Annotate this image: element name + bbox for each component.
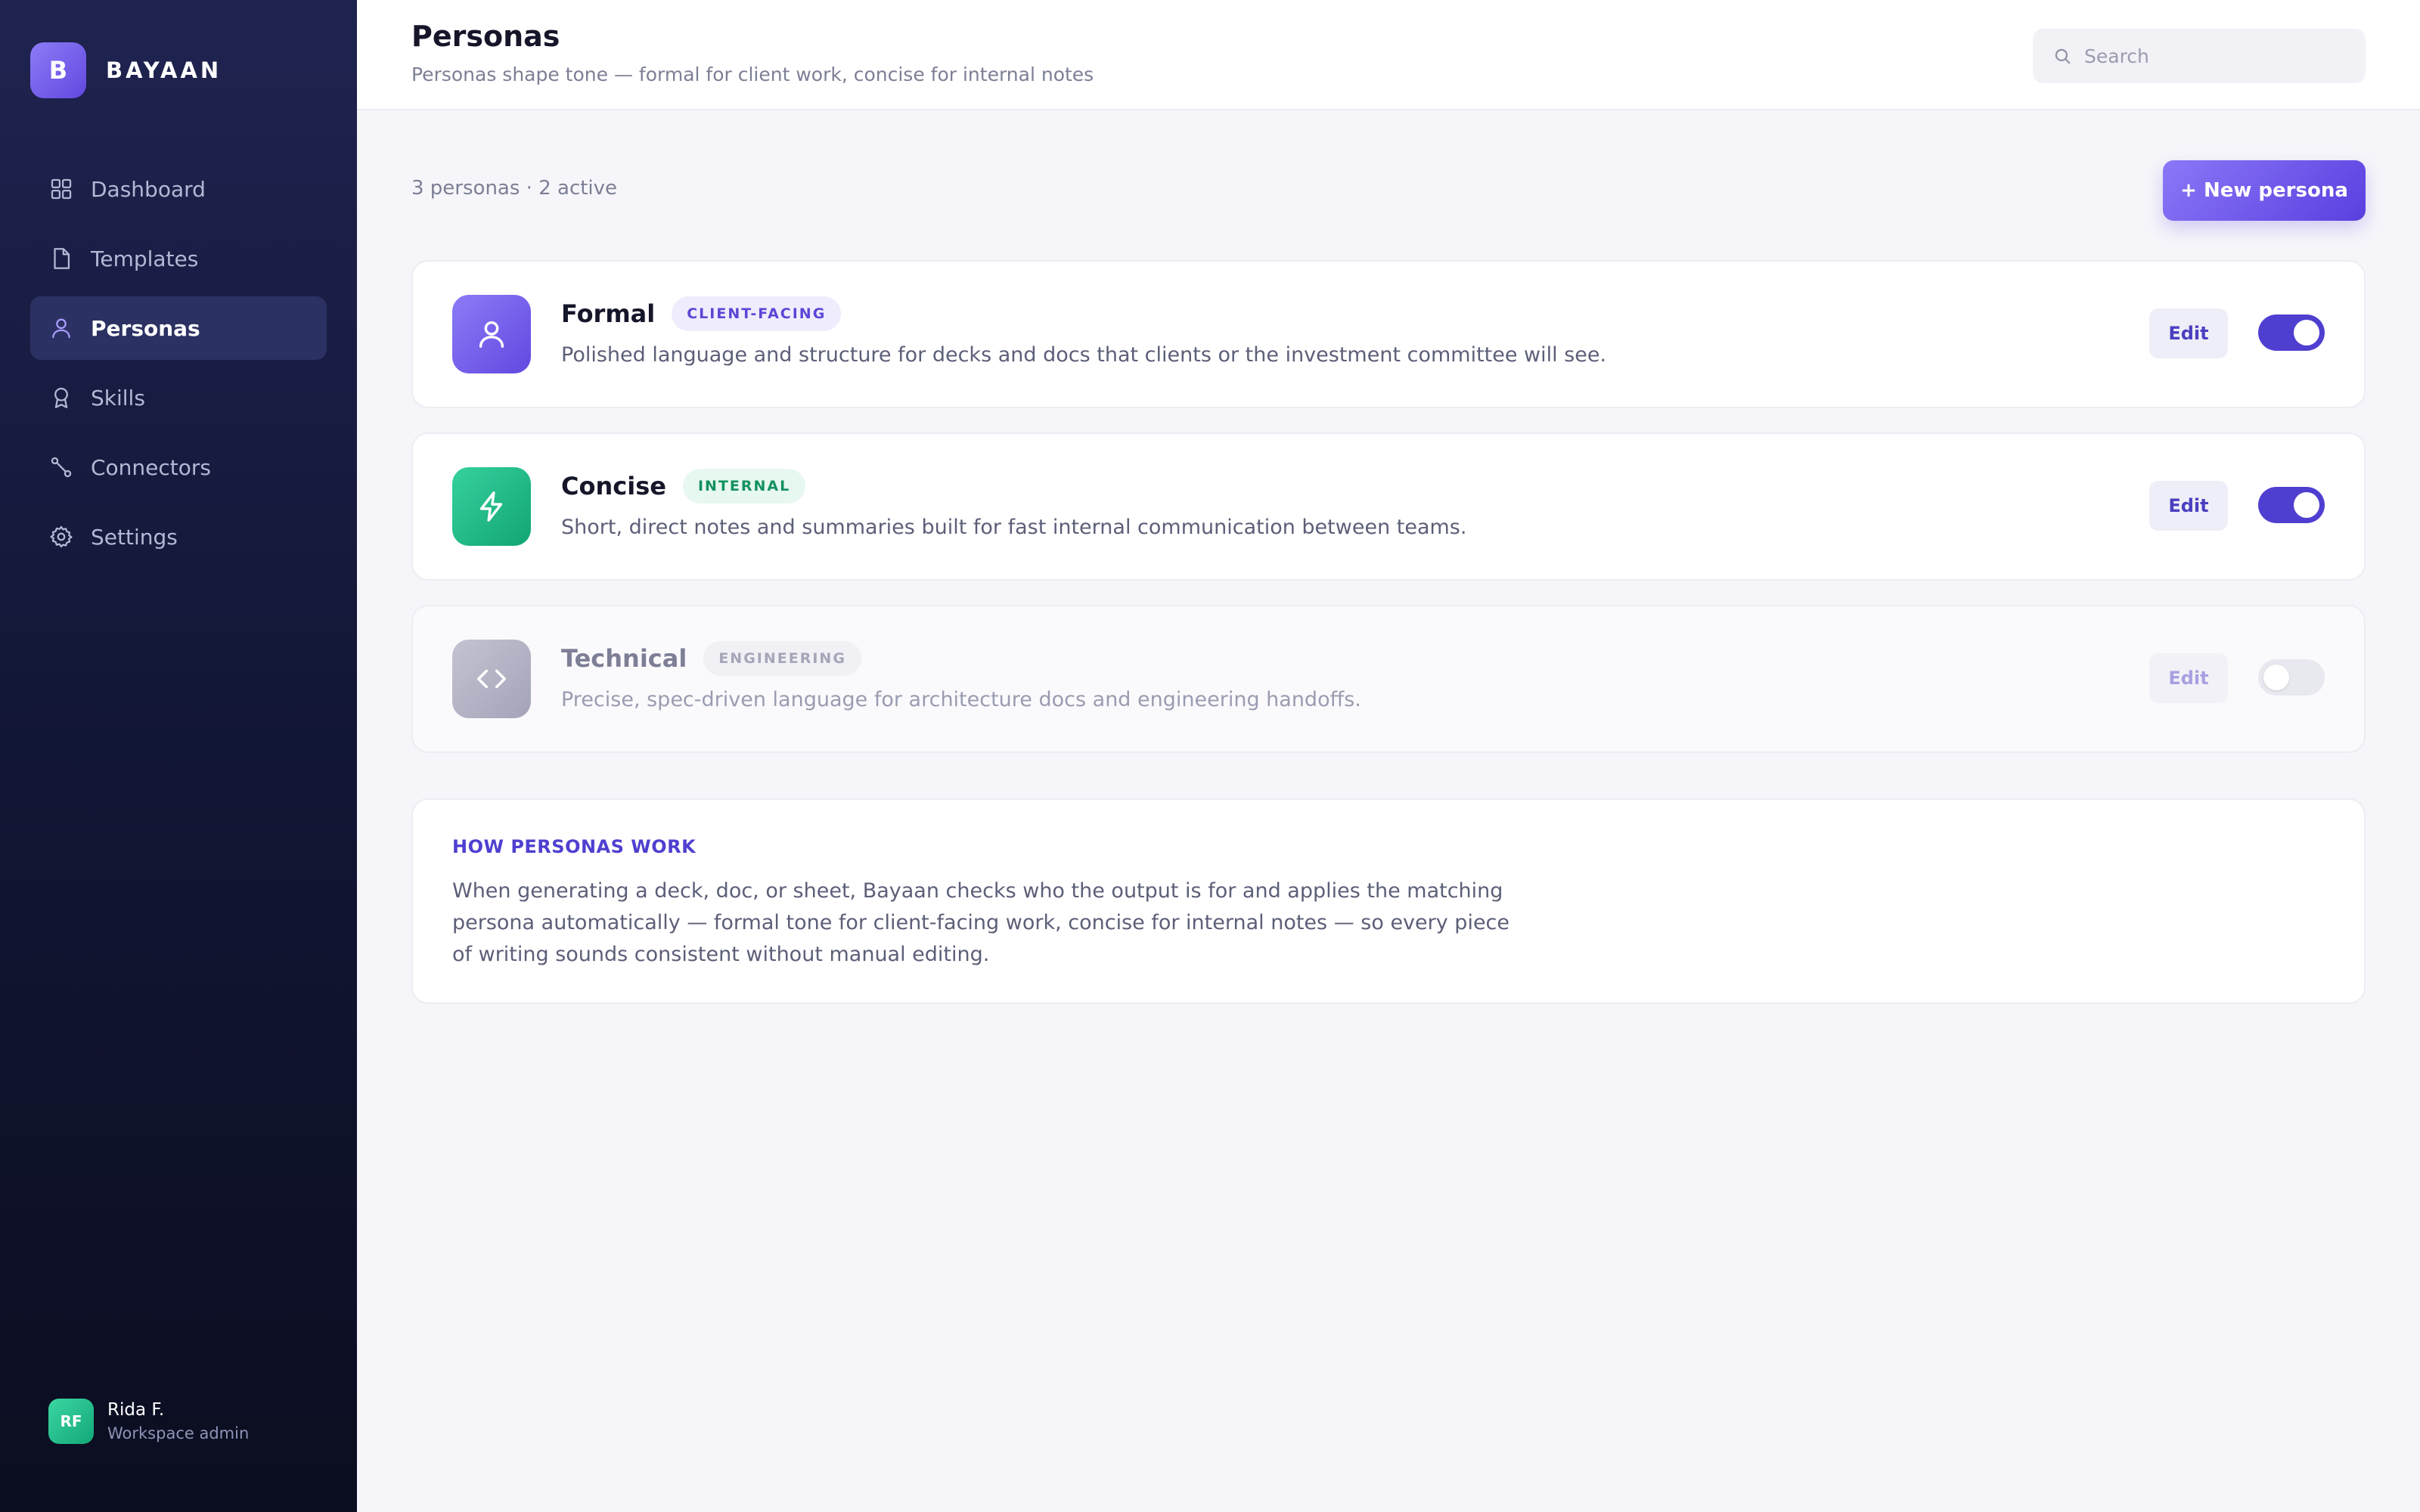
persona-card-concise: Concise INTERNAL Short, direct notes and… — [411, 432, 2366, 581]
sidebar-item-label: Templates — [91, 246, 199, 271]
page-subtitle: Personas shape tone — formal for client … — [411, 64, 1094, 85]
persona-description: Precise, spec-driven language for archit… — [561, 688, 1361, 711]
user-icon — [452, 295, 531, 373]
connector-icon — [48, 454, 74, 480]
sidebar-item-personas[interactable]: Personas — [30, 296, 327, 360]
file-icon — [48, 246, 74, 271]
gear-icon — [48, 524, 74, 550]
page-header: Personas Personas shape tone — formal fo… — [357, 0, 2420, 110]
persona-count: 3 personas · 2 active — [411, 177, 618, 200]
toggle-knob — [2263, 665, 2289, 690]
persona-name: Concise — [561, 472, 666, 500]
persona-tag: ENGINEERING — [703, 641, 861, 676]
toggle-knob — [2294, 320, 2319, 345]
sidebar-item-connectors[interactable]: Connectors — [30, 435, 327, 499]
grid-icon — [48, 176, 74, 202]
sidebar-item-label: Skills — [91, 385, 145, 411]
code-icon — [452, 640, 531, 718]
persona-description: Polished language and structure for deck… — [561, 343, 1607, 367]
sidebar-nav: Dashboard Templates Personas Skills Conn… — [30, 157, 327, 575]
info-title: HOW PERSONAS WORK — [452, 836, 697, 857]
persona-toggle[interactable] — [2258, 659, 2325, 696]
info-body: When generating a deck, doc, or sheet, B… — [452, 879, 1510, 966]
persona-title-row: Concise INTERNAL — [561, 469, 806, 503]
avatar: RF — [48, 1399, 94, 1444]
persona-title-row: Formal CLIENT-FACING — [561, 296, 842, 331]
brand-logo: B — [30, 42, 86, 98]
persona-tag: INTERNAL — [682, 469, 806, 503]
sidebar-item-label: Connectors — [91, 454, 212, 480]
persona-card-formal: Formal CLIENT-FACING Polished language a… — [411, 260, 2366, 408]
search-box[interactable] — [2033, 29, 2366, 83]
edit-button[interactable]: Edit — [2149, 308, 2228, 358]
search-icon — [2052, 46, 2072, 66]
new-persona-button[interactable]: + New persona — [2163, 160, 2366, 221]
sidebar-item-label: Personas — [91, 315, 200, 341]
sidebar-item-settings[interactable]: Settings — [30, 505, 327, 569]
user-icon — [48, 315, 74, 341]
sidebar-item-dashboard[interactable]: Dashboard — [30, 157, 327, 221]
user-profile[interactable]: RF Rida F. Workspace admin — [48, 1399, 249, 1444]
persona-card-technical: Technical ENGINEERING Precise, spec-driv… — [411, 605, 2366, 753]
sidebar-item-templates[interactable]: Templates — [30, 227, 327, 290]
persona-toggle[interactable] — [2258, 314, 2325, 351]
persona-tag: CLIENT-FACING — [672, 296, 842, 331]
user-role: Workspace admin — [107, 1424, 250, 1442]
user-name: Rida F. — [107, 1400, 165, 1420]
search-input[interactable] — [2084, 45, 2356, 67]
sidebar-item-label: Settings — [91, 524, 178, 550]
user-meta: Rida F. Workspace admin — [107, 1400, 249, 1442]
bolt-icon — [452, 467, 531, 546]
persona-toggle[interactable] — [2258, 487, 2325, 523]
sidebar-item-label: Dashboard — [91, 176, 206, 202]
brand[interactable]: B BAYAAN — [30, 42, 222, 98]
persona-description: Short, direct notes and summaries built … — [561, 516, 1467, 539]
edit-button[interactable]: Edit — [2149, 481, 2228, 531]
persona-name: Technical — [561, 644, 687, 673]
persona-name: Formal — [561, 299, 656, 328]
page-title: Personas — [411, 20, 560, 53]
edit-button[interactable]: Edit — [2149, 653, 2228, 703]
brand-name: BAYAAN — [106, 57, 222, 83]
info-panel: HOW PERSONAS WORK When generating a deck… — [411, 798, 2366, 1004]
toggle-knob — [2294, 492, 2319, 518]
persona-title-row: Technical ENGINEERING — [561, 641, 861, 676]
award-icon — [48, 385, 74, 411]
sidebar: B BAYAAN Dashboard Templates Personas Sk… — [0, 0, 357, 1512]
sidebar-item-skills[interactable]: Skills — [30, 366, 327, 429]
